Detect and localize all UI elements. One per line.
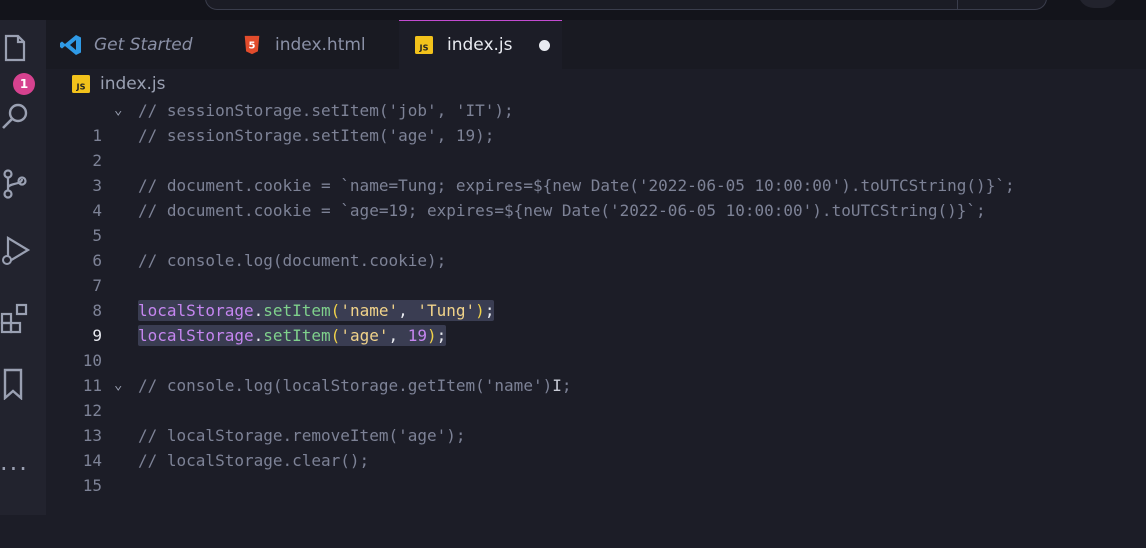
tab-get-started[interactable]: Get Started (46, 20, 226, 69)
code-line[interactable]: 2 // sessionStorage.setItem('age', 19); (46, 123, 1146, 170)
code-text: // localStorage.removeItem('age'); (138, 426, 466, 445)
title-bar (0, 0, 1146, 20)
editor-tabs: Get Started 5 index.html JS index.js (46, 20, 1146, 69)
html5-icon: 5 (241, 34, 263, 56)
code-editor[interactable]: 1 ⌄ // sessionStorage.setItem('job', 'IT… (46, 98, 1146, 515)
lightbulb-icon[interactable] (138, 276, 211, 319)
activity-bar: 1 ··· (0, 20, 46, 515)
code-line[interactable]: 10 localStorage.setItem('age', 19); (46, 323, 1146, 370)
run-debug-icon[interactable] (0, 234, 32, 266)
tab-label: index.js (447, 35, 513, 55)
bookmark-icon[interactable] (0, 368, 32, 400)
code-line[interactable]: 14 // localStorage.removeItem('age'); (46, 423, 1146, 470)
explorer-icon[interactable] (0, 32, 32, 64)
code-text: // localStorage.clear(); (138, 451, 370, 470)
code-line[interactable]: 4 // document.cookie = `name=Tung; expir… (46, 173, 1146, 220)
code-text: // document.cookie = `age=19; expires=${… (138, 201, 986, 220)
code-text: // document.cookie = `name=Tung; expires… (138, 176, 1015, 195)
search-icon[interactable] (0, 100, 32, 132)
code-line[interactable]: 9 localStorage.setItem('name', 'Tung'); (46, 298, 1146, 345)
svg-text:5: 5 (249, 40, 256, 51)
code-text: // console.log(document.cookie); (138, 251, 447, 270)
code-line[interactable]: 8 (46, 273, 1146, 320)
code-line[interactable]: 6 (46, 223, 1146, 270)
tab-label: index.html (275, 34, 366, 55)
extensions-icon[interactable] (0, 302, 32, 334)
breadcrumb-file[interactable]: index.js (100, 74, 166, 94)
vscode-logo-icon (60, 34, 82, 56)
more-actions-icon[interactable]: ··· (0, 457, 29, 481)
unsaved-dot-icon[interactable] (539, 40, 550, 51)
fold-chevron-icon[interactable]: ⌄ (114, 98, 122, 123)
code-text: // sessionStorage.setItem('age', 19); (138, 126, 495, 145)
code-line[interactable]: 13 (46, 398, 1146, 445)
code-line[interactable]: 1 ⌄ // sessionStorage.setItem('job', 'IT… (46, 98, 1146, 145)
tab-index-html[interactable]: 5 index.html (227, 20, 397, 69)
explorer-badge: 1 (13, 73, 35, 95)
code-line[interactable]: 15 // localStorage.clear(); (46, 448, 1146, 495)
code-text: localStorage.setItem('name', 'Tung'); (138, 300, 495, 321)
tab-index-js[interactable]: JS index.js (399, 20, 562, 69)
command-center[interactable] (205, 0, 1047, 10)
svg-text:JS: JS (76, 82, 86, 92)
js-icon: JS (72, 75, 90, 93)
code-line[interactable]: 12 ⌄ // console.log(localStorage.getItem… (46, 373, 1146, 420)
code-line[interactable]: 11 (46, 348, 1146, 395)
js-icon: JS (413, 34, 435, 56)
code-line[interactable]: 5 // document.cookie = `age=19; expires=… (46, 198, 1146, 245)
tab-label: Get Started (94, 34, 193, 55)
line-number: 15 (82, 476, 102, 495)
svg-text:JS: JS (419, 43, 429, 53)
breadcrumb[interactable]: JS index.js (72, 71, 166, 97)
text-cursor-icon: I (552, 376, 562, 395)
source-control-icon[interactable] (0, 168, 32, 200)
code-line[interactable]: 7 // console.log(document.cookie); (46, 248, 1146, 295)
code-text: // console.log(localStorage.getItem('nam… (138, 376, 572, 395)
command-center-divider (957, 0, 958, 9)
account-button[interactable] (1078, 0, 1118, 8)
code-text: localStorage.setItem('age', 19); (138, 325, 447, 346)
fold-chevron-icon[interactable]: ⌄ (114, 373, 122, 398)
code-text: // sessionStorage.setItem('job', 'IT'); (138, 101, 514, 120)
code-line[interactable]: 3 (46, 148, 1146, 195)
